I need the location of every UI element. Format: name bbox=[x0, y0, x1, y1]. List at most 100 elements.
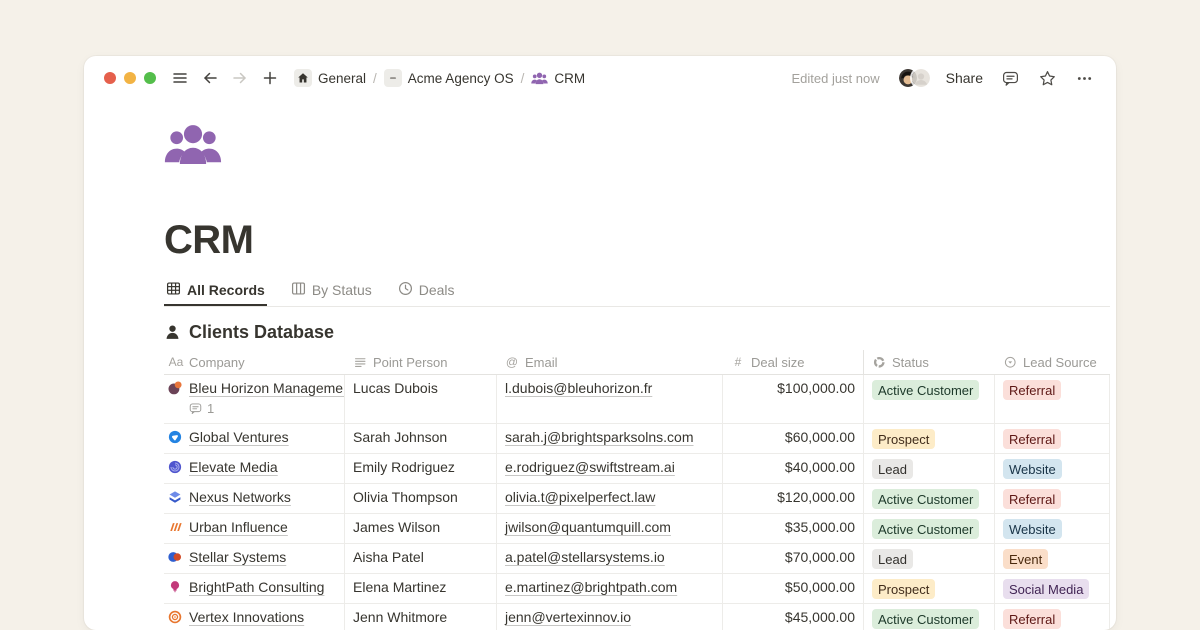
email-cell[interactable]: a.patel@stellarsystems.io bbox=[497, 544, 723, 573]
lead-source-cell[interactable]: Referral bbox=[995, 375, 1110, 423]
status-cell[interactable]: Lead bbox=[864, 544, 995, 573]
company-page-link[interactable]: Urban Influence bbox=[189, 519, 288, 535]
company-page-link[interactable]: Vertex Innovations bbox=[189, 609, 304, 625]
table-row[interactable]: Bleu Horizon Management 1 Lucas Dubois l.du… bbox=[164, 375, 1110, 424]
point-person-cell[interactable]: Emily Rodriguez bbox=[345, 454, 497, 483]
close-window-button[interactable] bbox=[104, 72, 116, 84]
company-page-link[interactable]: Global Ventures bbox=[189, 429, 289, 445]
sidebar-toggle-icon[interactable] bbox=[170, 68, 190, 88]
point-person-cell[interactable]: Jenn Whitmore bbox=[345, 604, 497, 630]
email-link[interactable]: jenn@vertexinnov.io bbox=[505, 609, 631, 625]
tab-by-status[interactable]: By Status bbox=[289, 279, 374, 306]
favorite-star-icon[interactable] bbox=[1037, 68, 1057, 88]
email-cell[interactable]: e.martinez@brightpath.com bbox=[497, 574, 723, 603]
column-header-status[interactable]: Status bbox=[864, 350, 995, 374]
email-cell[interactable]: olivia.t@pixelperfect.law bbox=[497, 484, 723, 513]
column-header-company[interactable]: AaCompany bbox=[164, 350, 345, 374]
email-link[interactable]: l.dubois@bleuhorizon.fr bbox=[505, 380, 652, 396]
lead-source-cell[interactable]: Referral bbox=[995, 424, 1110, 453]
point-person-cell[interactable]: Olivia Thompson bbox=[345, 484, 497, 513]
status-cell[interactable]: Active Customer bbox=[864, 375, 995, 423]
email-cell[interactable]: sarah.j@brightsparksolns.com bbox=[497, 424, 723, 453]
deal-size-cell[interactable]: $120,000.00 bbox=[723, 484, 864, 513]
deal-size-cell[interactable]: $35,000.00 bbox=[723, 514, 864, 543]
company-page-link[interactable]: Elevate Media bbox=[189, 459, 278, 475]
new-page-plus-icon[interactable] bbox=[260, 68, 280, 88]
zoom-window-button[interactable] bbox=[144, 72, 156, 84]
deal-size-cell[interactable]: $40,000.00 bbox=[723, 454, 864, 483]
forward-arrow-icon[interactable] bbox=[230, 68, 250, 88]
back-arrow-icon[interactable] bbox=[200, 68, 220, 88]
column-header-deal-size[interactable]: #Deal size bbox=[723, 350, 864, 374]
email-link[interactable]: e.rodriguez@swiftstream.ai bbox=[505, 459, 675, 475]
company-cell[interactable]: BrightPath Consulting bbox=[164, 574, 345, 603]
table-row[interactable]: BrightPath Consulting Elena Martinez e.mar… bbox=[164, 574, 1110, 604]
company-cell[interactable]: Elevate Media bbox=[164, 454, 345, 483]
email-cell[interactable]: e.rodriguez@swiftstream.ai bbox=[497, 454, 723, 483]
table-row[interactable]: Elevate Media Emily Rodriguez e.rodriguez@… bbox=[164, 454, 1110, 484]
comments-icon[interactable] bbox=[1000, 68, 1020, 88]
table-row[interactable]: Vertex Innovations Jenn Whitmore jenn@vert… bbox=[164, 604, 1110, 630]
email-link[interactable]: sarah.j@brightsparksolns.com bbox=[505, 429, 694, 445]
breadcrumb-item-crm[interactable]: CRM bbox=[531, 70, 585, 87]
page-icon-people[interactable] bbox=[164, 122, 222, 168]
company-cell[interactable]: Global Ventures bbox=[164, 424, 345, 453]
lead-source-cell[interactable]: Social Media bbox=[995, 574, 1110, 603]
company-cell[interactable]: Urban Influence bbox=[164, 514, 345, 543]
point-person-cell[interactable]: Aisha Patel bbox=[345, 544, 497, 573]
deal-size-cell[interactable]: $50,000.00 bbox=[723, 574, 864, 603]
row-comment-count[interactable]: 1 bbox=[189, 401, 336, 416]
status-cell[interactable]: Active Customer bbox=[864, 604, 995, 630]
lead-source-cell[interactable]: Event bbox=[995, 544, 1110, 573]
status-cell[interactable]: Lead bbox=[864, 454, 995, 483]
column-header-email[interactable]: @Email bbox=[497, 350, 723, 374]
company-page-link[interactable]: BrightPath Consulting bbox=[189, 579, 324, 595]
lead-source-cell[interactable]: Website bbox=[995, 454, 1110, 483]
lead-source-cell[interactable]: Referral bbox=[995, 604, 1110, 630]
column-header-point-person[interactable]: Point Person bbox=[345, 350, 497, 374]
point-person-cell[interactable]: James Wilson bbox=[345, 514, 497, 543]
lead-source-cell[interactable]: Referral bbox=[995, 484, 1110, 513]
deal-size-cell[interactable]: $100,000.00 bbox=[723, 375, 864, 423]
avatar[interactable] bbox=[910, 67, 932, 89]
email-cell[interactable]: jenn@vertexinnov.io bbox=[497, 604, 723, 630]
point-person-cell[interactable]: Sarah Johnson bbox=[345, 424, 497, 453]
deal-size-cell[interactable]: $70,000.00 bbox=[723, 544, 864, 573]
deal-size-cell[interactable]: $45,000.00 bbox=[723, 604, 864, 630]
point-person-cell[interactable]: Elena Martinez bbox=[345, 574, 497, 603]
minimize-window-button[interactable] bbox=[124, 72, 136, 84]
lead-source-cell[interactable]: Website bbox=[995, 514, 1110, 543]
company-cell[interactable]: Vertex Innovations bbox=[164, 604, 345, 630]
table-row[interactable]: Stellar Systems Aisha Patel a.patel@stella… bbox=[164, 544, 1110, 574]
tab-deals[interactable]: Deals bbox=[396, 279, 457, 306]
status-cell[interactable]: Prospect bbox=[864, 424, 995, 453]
deal-size-cell[interactable]: $60,000.00 bbox=[723, 424, 864, 453]
breadcrumb-item-acme-agency-os[interactable]: Acme Agency OS bbox=[384, 69, 514, 87]
email-cell[interactable]: l.dubois@bleuhorizon.fr bbox=[497, 375, 723, 423]
company-page-link[interactable]: Nexus Networks bbox=[189, 489, 291, 505]
database-title-row[interactable]: Clients Database bbox=[164, 322, 1116, 343]
status-cell[interactable]: Active Customer bbox=[864, 484, 995, 513]
table-row[interactable]: Urban Influence James Wilson jwilson@quant… bbox=[164, 514, 1110, 544]
status-cell[interactable]: Prospect bbox=[864, 574, 995, 603]
tab-all-records[interactable]: All Records bbox=[164, 279, 267, 306]
email-link[interactable]: a.patel@stellarsystems.io bbox=[505, 549, 665, 565]
company-cell[interactable]: Nexus Networks bbox=[164, 484, 345, 513]
share-button[interactable]: Share bbox=[946, 70, 983, 86]
status-cell[interactable]: Active Customer bbox=[864, 514, 995, 543]
company-page-link[interactable]: Stellar Systems bbox=[189, 549, 286, 565]
table-row[interactable]: Nexus Networks Olivia Thompson olivia.t@pi… bbox=[164, 484, 1110, 514]
company-cell[interactable]: Bleu Horizon Management 1 bbox=[164, 375, 345, 423]
email-link[interactable]: olivia.t@pixelperfect.law bbox=[505, 489, 655, 505]
page-title[interactable]: CRM bbox=[164, 218, 1116, 263]
breadcrumb-item-general[interactable]: General bbox=[294, 69, 366, 87]
email-link[interactable]: jwilson@quantumquill.com bbox=[505, 519, 671, 535]
point-person-cell[interactable]: Lucas Dubois bbox=[345, 375, 497, 423]
table-row[interactable]: Global Ventures Sarah Johnson sarah.j@brig… bbox=[164, 424, 1110, 454]
more-options-icon[interactable] bbox=[1074, 68, 1094, 88]
column-header-lead-source[interactable]: Lead Source bbox=[995, 350, 1110, 374]
email-cell[interactable]: jwilson@quantumquill.com bbox=[497, 514, 723, 543]
email-link[interactable]: e.martinez@brightpath.com bbox=[505, 579, 677, 595]
company-cell[interactable]: Stellar Systems bbox=[164, 544, 345, 573]
company-page-link[interactable]: Bleu Horizon Management bbox=[189, 380, 345, 396]
